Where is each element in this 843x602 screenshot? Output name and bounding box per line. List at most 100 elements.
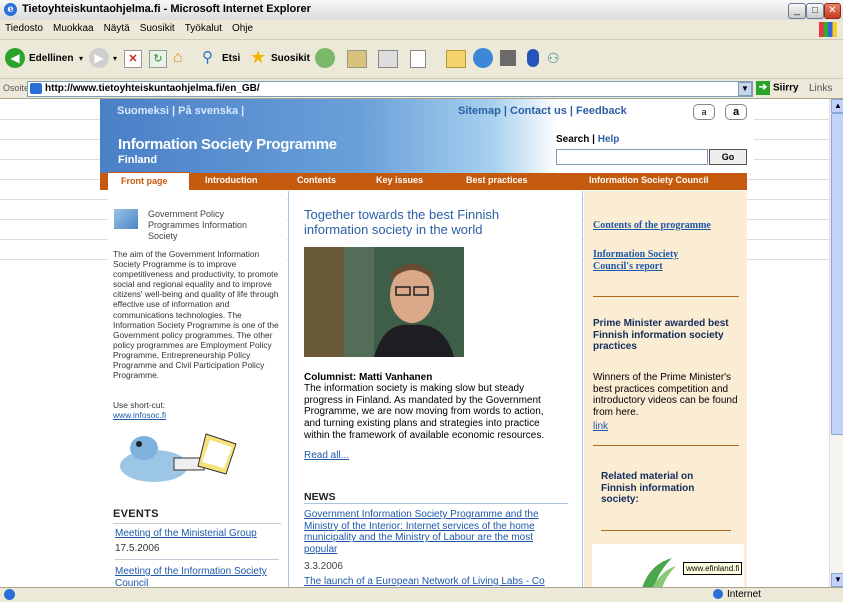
favorites-toolbar-label[interactable]: Suosikit (271, 53, 310, 64)
toolbar: ◀ Edellinen ▾ ▶ ▾ ✕ ↻ ⌂ ⚲ Etsi ★ Suosiki… (0, 40, 843, 79)
tab-introduction[interactable]: Introduction (205, 175, 258, 185)
title-bar: e Tietoyhteiskuntaohjelma.fi - Microsoft… (0, 0, 843, 21)
address-dropdown-icon[interactable]: ▼ (738, 82, 752, 96)
back-dropdown-icon[interactable]: ▾ (79, 54, 83, 76)
links-button[interactable]: Links (809, 83, 832, 94)
contact-link[interactable]: Contact us (510, 105, 567, 117)
help-link[interactable]: Help (598, 134, 620, 145)
forward-dropdown-icon[interactable]: ▾ (113, 54, 117, 76)
gpp-title[interactable]: Government Policy Programmes Information… (148, 209, 278, 242)
back-arrow-icon[interactable]: ◀ (5, 48, 25, 68)
menu-view[interactable]: Näytä (99, 20, 135, 34)
close-button[interactable]: ✕ (824, 3, 841, 19)
text-smaller-icon[interactable]: a (693, 104, 715, 120)
research-icon[interactable] (500, 50, 516, 66)
tab-council[interactable]: Information Society Council (589, 175, 709, 185)
address-bar: Osoite http://www.tietoyhteiskuntaohjelm… (0, 79, 843, 99)
menu-bar: Tiedosto Muokkaa Näytä Suosikit Työkalut Ohje (0, 20, 843, 40)
menu-file[interactable]: Tiedosto (0, 20, 48, 34)
go-button[interactable]: ➔ Siirry (756, 81, 799, 95)
scroll-thumb[interactable] (831, 113, 843, 435)
tab-front-page[interactable]: Front page (107, 172, 190, 190)
history-icon[interactable] (315, 48, 335, 68)
feedback-link[interactable]: Feedback (576, 105, 627, 117)
events-list: Meeting of the Ministerial Group 17.5.20… (113, 523, 281, 587)
scroll-up-icon[interactable]: ▲ (831, 99, 843, 113)
messenger-icon[interactable] (473, 48, 493, 68)
news-date: 3.3.2006 (304, 561, 343, 572)
go-label: Siirry (773, 82, 799, 94)
home-icon[interactable]: ⌂ (173, 49, 191, 66)
feature-title: Together towards the best Finnish inform… (304, 207, 500, 237)
column-text: The information society is making slow b… (304, 383, 545, 441)
page-icon (30, 83, 42, 94)
minimize-button[interactable]: _ (788, 3, 806, 19)
status-page-icon (4, 589, 15, 600)
menu-tools[interactable]: Työkalut (180, 20, 227, 34)
window-title: Tietoyhteiskuntaohjelma.fi - Microsoft I… (22, 3, 311, 15)
mail-icon[interactable] (347, 50, 367, 68)
security-zone: Internet (713, 589, 761, 600)
event-date: 17.5.2006 (115, 543, 160, 554)
pm-award-link[interactable]: link (593, 421, 608, 433)
favorites-star-icon[interactable]: ★ (250, 48, 266, 70)
contents-programme-link[interactable]: Contents of the programme (593, 220, 743, 231)
search-label: Search (556, 134, 590, 145)
site-subtitle: Finland (118, 154, 158, 166)
stop-icon[interactable]: ✕ (124, 50, 142, 68)
news-link[interactable]: The launch of a European Network of Livi… (304, 576, 564, 587)
pm-award-heading: Prime Minister awarded best Finnish info… (593, 318, 729, 352)
columnist-title: Columnist: Matti Vanhanen (304, 372, 433, 383)
maximize-button[interactable]: □ (806, 3, 824, 19)
edit-icon[interactable] (410, 50, 426, 68)
forward-arrow-icon[interactable]: ▶ (89, 48, 109, 68)
computer-mascot-icon (120, 433, 237, 482)
web-page: Suomeksi | På svenska | Sitemap | Contac… (0, 99, 829, 587)
columnist-photo (304, 247, 464, 357)
tab-contents[interactable]: Contents (297, 175, 336, 185)
event-link[interactable]: Meeting of the Ministerial Group (115, 528, 257, 539)
news-divider (304, 503, 568, 504)
ie-logo-icon: e (4, 3, 17, 16)
language-links[interactable]: Suomeksi | På svenska | (117, 105, 244, 117)
address-input[interactable]: http://www.tietoyhteiskuntaohjelma.fi/en… (27, 81, 753, 97)
menu-favorites[interactable]: Suosikit (135, 20, 180, 34)
search-toolbar-label[interactable]: Etsi (222, 53, 240, 64)
folder-icon[interactable] (446, 50, 466, 68)
site-search-input[interactable] (556, 149, 708, 165)
address-label: Osoite (3, 83, 30, 93)
status-bar: Internet (0, 587, 843, 602)
scroll-down-icon[interactable]: ▼ (831, 573, 843, 587)
search-go-button[interactable]: Go (709, 149, 747, 165)
bluetooth-icon[interactable] (527, 49, 539, 67)
top-nav: Sitemap | Contact us | Feedback (458, 105, 627, 117)
search-icon[interactable]: ⚲ (202, 49, 220, 67)
users-icon[interactable]: ⚇ (547, 50, 565, 66)
text-larger-icon[interactable]: a (725, 104, 747, 120)
shortcut-label: Use short-cut: (113, 400, 166, 410)
gpp-logo-icon (114, 209, 138, 229)
related-material-heading: Related material on Finnish information … (601, 471, 695, 505)
tab-best-practices[interactable]: Best practices (466, 175, 528, 185)
read-all-link[interactable]: Read all... (304, 450, 349, 461)
refresh-icon[interactable]: ↻ (149, 50, 167, 68)
menu-edit[interactable]: Muokkaa (48, 20, 99, 34)
shortcut-link[interactable]: www.infosoc.fi (113, 410, 166, 420)
back-label[interactable]: Edellinen (29, 53, 73, 64)
pm-award-text: Winners of the Prime Minister's best pra… (593, 372, 738, 418)
windows-flag-icon (819, 22, 837, 37)
site-title[interactable]: Information Society Programme (118, 136, 337, 153)
event-link[interactable]: Meeting of the Information Society Counc… (115, 566, 281, 587)
tab-key-issues[interactable]: Key issues (376, 175, 423, 185)
news-link[interactable]: Government Information Society Programme… (304, 509, 554, 556)
sitemap-link[interactable]: Sitemap (458, 105, 501, 117)
globe-icon (713, 589, 723, 600)
menu-help[interactable]: Ohje (227, 20, 258, 34)
main-nav: Introduction Contents Key issues Best pr… (100, 173, 747, 190)
search-heading: Search | Help (556, 134, 620, 145)
print-icon[interactable] (378, 50, 398, 68)
zone-label: Internet (727, 589, 761, 600)
vertical-scrollbar[interactable]: ▲ ▼ (829, 99, 843, 587)
address-url: http://www.tietoyhteiskuntaohjelma.fi/en… (45, 83, 260, 94)
council-report-link[interactable]: Information Society Council's report (593, 249, 713, 273)
